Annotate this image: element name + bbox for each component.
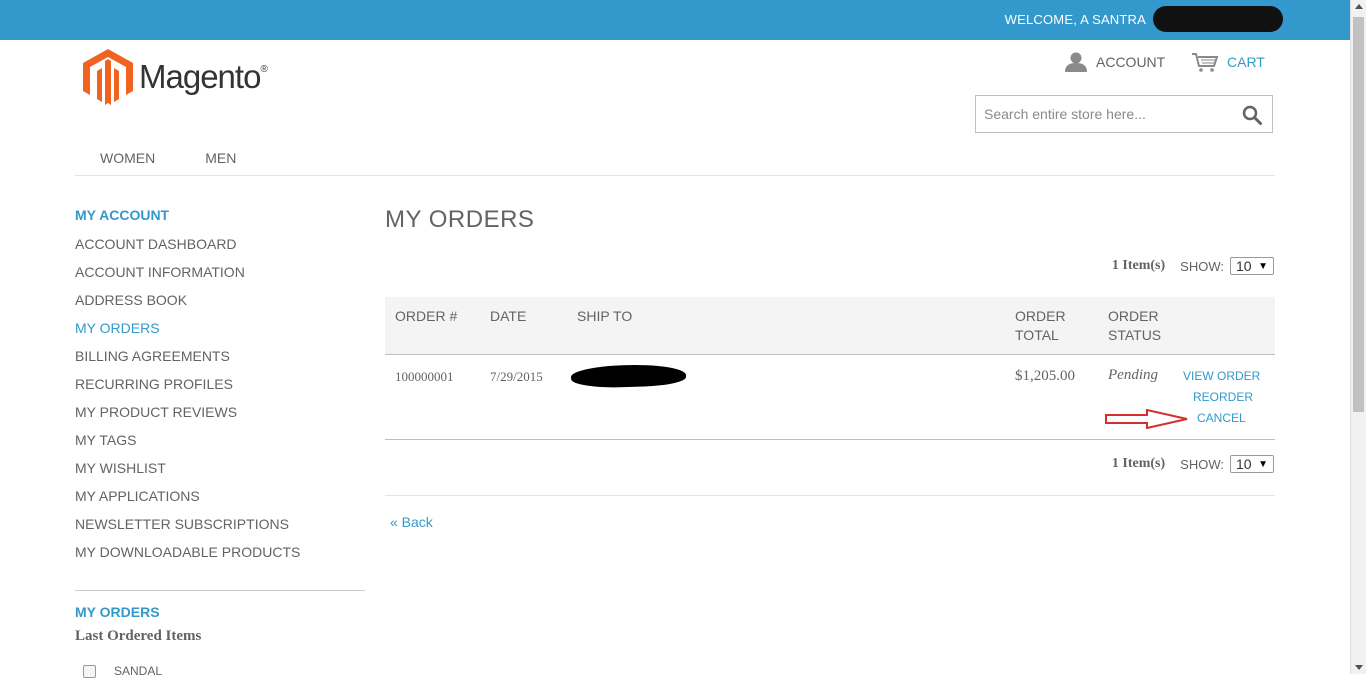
sidebar-item-my-downloadable-products[interactable]: MY DOWNLOADABLE PRODUCTS bbox=[75, 541, 365, 569]
order-total: $1,205.00 bbox=[1015, 368, 1075, 384]
col-order-total: ORDER TOTAL bbox=[1015, 308, 1066, 343]
cancel-link[interactable]: CANCEL bbox=[1197, 411, 1246, 425]
redacted-ship-to bbox=[570, 362, 687, 390]
last-ordered-item: SANDAL bbox=[83, 664, 162, 678]
show-select[interactable]: 10 ▼ bbox=[1230, 257, 1274, 275]
item-count-bottom: 1 Item(s) bbox=[1111, 456, 1166, 471]
col-order-status: ORDER STATUS bbox=[1108, 308, 1162, 343]
order-number: 100000001 bbox=[395, 369, 454, 384]
sidebar-item-my-orders[interactable]: MY ORDERS bbox=[75, 317, 365, 345]
cart-icon bbox=[1192, 53, 1219, 72]
main-nav: WOMEN MEN bbox=[75, 150, 261, 166]
last-ordered-title: MY ORDERS bbox=[75, 604, 160, 620]
show-select-bottom[interactable]: 10 ▼ bbox=[1230, 455, 1274, 473]
orders-table-header: ORDER # DATE SHIP TO ORDER TOTAL ORDER STA… bbox=[385, 297, 1275, 355]
col-order-num: ORDER # bbox=[395, 308, 458, 324]
page-scrollbar[interactable] bbox=[1350, 0, 1366, 674]
sidebar-title: MY ACCOUNT bbox=[75, 207, 170, 223]
show-label-bottom: SHOW: bbox=[1180, 456, 1224, 472]
order-status: Pending bbox=[1108, 367, 1158, 383]
pager-top: 1 Item(s) SHOW: 10 ▼ bbox=[1112, 257, 1274, 275]
page-title: MY ORDERS bbox=[385, 206, 535, 233]
annotation-arrow-icon bbox=[1105, 409, 1188, 429]
chevron-down-icon: ▼ bbox=[1258, 261, 1268, 272]
scrollbar-thumb[interactable] bbox=[1353, 17, 1364, 412]
item-count: 1 Item(s) bbox=[1111, 258, 1166, 273]
last-ordered-item-label[interactable]: SANDAL bbox=[114, 664, 162, 678]
sidebar-item-account-dashboard[interactable]: ACCOUNT DASHBOARD bbox=[75, 233, 365, 261]
col-ship-to: SHIP TO bbox=[577, 308, 633, 324]
content-divider bbox=[385, 495, 1275, 496]
chevron-down-icon: ▼ bbox=[1258, 459, 1268, 470]
sidebar-item-billing-agreements[interactable]: BILLING AGREEMENTS bbox=[75, 345, 365, 373]
pager-bottom: 1 Item(s) SHOW: 10 ▼ bbox=[1112, 455, 1274, 473]
search-icon[interactable] bbox=[1242, 105, 1262, 125]
sidebar-item-account-information[interactable]: ACCOUNT INFORMATION bbox=[75, 261, 365, 289]
last-ordered-block: MY ORDERS Last Ordered Items SANDAL bbox=[75, 602, 202, 678]
reorder-link[interactable]: REORDER bbox=[1193, 390, 1253, 404]
cart-link[interactable]: CART bbox=[1191, 52, 1265, 72]
welcome-message: WELCOME, A SANTRA bbox=[1004, 12, 1146, 27]
order-date: 7/29/2015 bbox=[490, 369, 543, 384]
sidebar-item-address-book[interactable]: ADDRESS BOOK bbox=[75, 289, 365, 317]
search-box bbox=[975, 95, 1273, 133]
magento-logo-icon bbox=[83, 49, 133, 105]
sidebar-item-my-wishlist[interactable]: MY WISHLIST bbox=[75, 457, 365, 485]
cart-label: CART bbox=[1227, 54, 1265, 70]
nav-item-women[interactable]: WOMEN bbox=[75, 150, 180, 166]
sidebar-item-recurring-profiles[interactable]: RECURRING PROFILES bbox=[75, 373, 365, 401]
sidebar-item-my-product-reviews[interactable]: MY PRODUCT REVIEWS bbox=[75, 401, 365, 429]
user-icon bbox=[1065, 52, 1087, 72]
account-label: ACCOUNT bbox=[1096, 54, 1166, 70]
sidebar-item-newsletter-subscriptions[interactable]: NEWSLETTER SUBSCRIPTIONS bbox=[75, 513, 365, 541]
scroll-up-icon[interactable] bbox=[1355, 4, 1363, 9]
show-label: SHOW: bbox=[1180, 258, 1224, 274]
sidebar-item-my-tags[interactable]: MY TAGS bbox=[75, 429, 365, 457]
nav-item-men[interactable]: MEN bbox=[180, 150, 261, 166]
logo-wordmark: Magento® bbox=[139, 58, 268, 95]
back-link[interactable]: « Back bbox=[390, 514, 433, 530]
top-bar: WELCOME, A SANTRA bbox=[0, 0, 1350, 40]
view-order-link[interactable]: VIEW ORDER bbox=[1183, 369, 1260, 383]
scroll-down-icon[interactable] bbox=[1355, 665, 1363, 670]
account-sidebar: MY ACCOUNT ACCOUNT DASHBOARD ACCOUNT INF… bbox=[75, 205, 365, 569]
search-input[interactable] bbox=[976, 96, 1247, 132]
sidebar-item-my-applications[interactable]: MY APPLICATIONS bbox=[75, 485, 365, 513]
col-date: DATE bbox=[490, 308, 527, 324]
account-link[interactable]: ACCOUNT bbox=[1064, 52, 1165, 72]
store-logo[interactable]: Magento® bbox=[83, 49, 268, 105]
redacted-name bbox=[1153, 6, 1283, 32]
last-ordered-checkbox[interactable] bbox=[83, 664, 96, 678]
last-ordered-subtitle: Last Ordered Items bbox=[75, 628, 202, 644]
sidebar-divider bbox=[75, 590, 365, 591]
nav-divider bbox=[75, 175, 1275, 176]
